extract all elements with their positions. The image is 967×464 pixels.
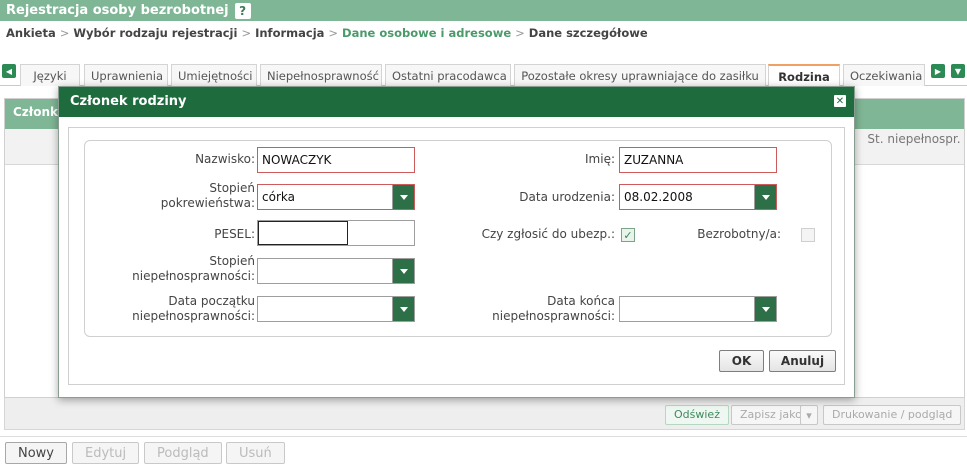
tab-other-periods[interactable]: Pozostałe okresy uprawniające do zasiłku — [514, 64, 766, 86]
breadcrumb-item[interactable]: Wybór rodzaju rejestracji — [73, 26, 237, 40]
insurance-label: Czy zgłosić do ubezp.: — [481, 227, 615, 241]
relation-value: córka — [262, 190, 295, 204]
birthdate-value: 08.02.2008 — [624, 190, 693, 204]
disability-start-label: Data początku niepełnosprawności: — [132, 294, 255, 323]
member-form: Nazwisko: NOWACZYK Imię: ZUZANNA Stopień… — [84, 140, 832, 337]
tab-list-dropdown-icon[interactable]: ▼ — [951, 64, 965, 78]
page-title: Rejestracja osoby bezrobotnej — [6, 3, 229, 18]
print-preview-button[interactable]: Drukowanie / podgląd — [823, 405, 962, 425]
birthdate-label: Data urodzenia: — [519, 190, 615, 204]
firstname-label: Imię: — [585, 152, 615, 166]
calendar-dropdown-icon[interactable] — [754, 297, 776, 321]
disability-degree-label: Stopień niepełnosprawności: — [132, 254, 255, 283]
tab-bar: ◀ Języki Uprawnienia Umiejętności Niepeł… — [0, 62, 967, 87]
cancel-button[interactable]: Anuluj — [769, 350, 836, 372]
disability-end-input[interactable] — [619, 296, 777, 322]
family-member-dialog: Członek rodziny ✕ Nazwisko: NOWACZYK Imi… — [58, 86, 855, 398]
dialog-title-bar: Członek rodziny ✕ — [59, 87, 854, 117]
insurance-checkbox[interactable]: ✓ — [621, 228, 635, 242]
breadcrumb-separator: > — [515, 26, 525, 40]
tab-scroll-right-icon[interactable]: ▶ — [931, 64, 945, 78]
breadcrumb-separator: > — [241, 26, 252, 40]
ok-button[interactable]: OK — [719, 350, 764, 372]
column-header-disability-status[interactable]: St. niepełnospr. — [864, 131, 964, 148]
pesel-input[interactable] — [257, 220, 415, 246]
unemployed-label: Bezrobotny/a: — [697, 227, 781, 241]
breadcrumb-item[interactable]: Dane szczegółowe — [529, 26, 648, 40]
refresh-button[interactable]: Odśwież — [665, 405, 729, 425]
tab-expectations[interactable]: Oczekiwania — [843, 64, 925, 86]
breadcrumb: Ankieta > Wybór rodzaju rejestracji > In… — [6, 26, 648, 40]
tab-skills[interactable]: Umiejętności — [171, 64, 257, 86]
disability-start-input[interactable] — [257, 296, 415, 322]
save-as-button[interactable]: Zapisz jako — [731, 405, 811, 425]
app-header: Rejestracja osoby bezrobotnej ? — [0, 0, 967, 21]
calendar-dropdown-icon[interactable] — [392, 297, 414, 321]
breadcrumb-item[interactable]: Informacja — [255, 26, 324, 40]
new-button[interactable]: Nowy — [5, 442, 68, 464]
unemployed-checkbox[interactable] — [801, 228, 815, 242]
record-actions: Nowy Edytuj Podgląd Usuń — [0, 436, 967, 464]
tab-family[interactable]: Rodzina — [768, 64, 840, 87]
relation-label: Stopień pokrewieństwa: — [160, 181, 255, 210]
surname-input[interactable]: NOWACZYK — [257, 147, 415, 173]
firstname-input[interactable]: ZUZANNA — [619, 147, 777, 173]
breadcrumb-item-current[interactable]: Dane osobowe i adresowe — [342, 26, 511, 40]
dialog-title: Członek rodziny — [70, 94, 187, 109]
surname-label: Nazwisko: — [195, 152, 255, 166]
edit-button[interactable]: Edytuj — [72, 442, 140, 464]
dialog-body: Nazwisko: NOWACZYK Imię: ZUZANNA Stopień… — [68, 127, 845, 385]
breadcrumb-separator: > — [59, 26, 70, 40]
breadcrumb-separator: > — [328, 26, 339, 40]
tab-permissions[interactable]: Uprawnienia — [84, 64, 168, 86]
pesel-label: PESEL: — [214, 227, 255, 241]
disability-degree-select[interactable] — [257, 258, 415, 284]
disability-end-label: Data końca niepełnosprawności: — [492, 294, 615, 323]
chevron-down-icon[interactable] — [392, 185, 414, 209]
close-icon[interactable]: ✕ — [834, 95, 846, 107]
birthdate-input[interactable]: 08.02.2008 — [619, 184, 777, 210]
tab-last-employer[interactable]: Ostatni pracodawca — [385, 64, 511, 86]
calendar-dropdown-icon[interactable] — [754, 185, 776, 209]
grid-toolbar: Odśwież Zapisz jako ▾ Drukowanie / podgl… — [4, 398, 965, 430]
relation-select[interactable]: córka — [257, 184, 415, 210]
help-icon[interactable]: ? — [234, 2, 251, 19]
tab-languages[interactable]: Języki — [20, 64, 80, 86]
tab-scroll-left-icon[interactable]: ◀ — [2, 64, 16, 78]
preview-button[interactable]: Podgląd — [144, 442, 222, 464]
tab-disability[interactable]: Niepełnosprawność — [260, 64, 382, 86]
delete-button[interactable]: Usuń — [226, 442, 285, 464]
breadcrumb-item[interactable]: Ankieta — [6, 26, 56, 40]
chevron-down-icon[interactable] — [392, 259, 414, 283]
save-as-dropdown-icon[interactable]: ▾ — [800, 405, 818, 425]
